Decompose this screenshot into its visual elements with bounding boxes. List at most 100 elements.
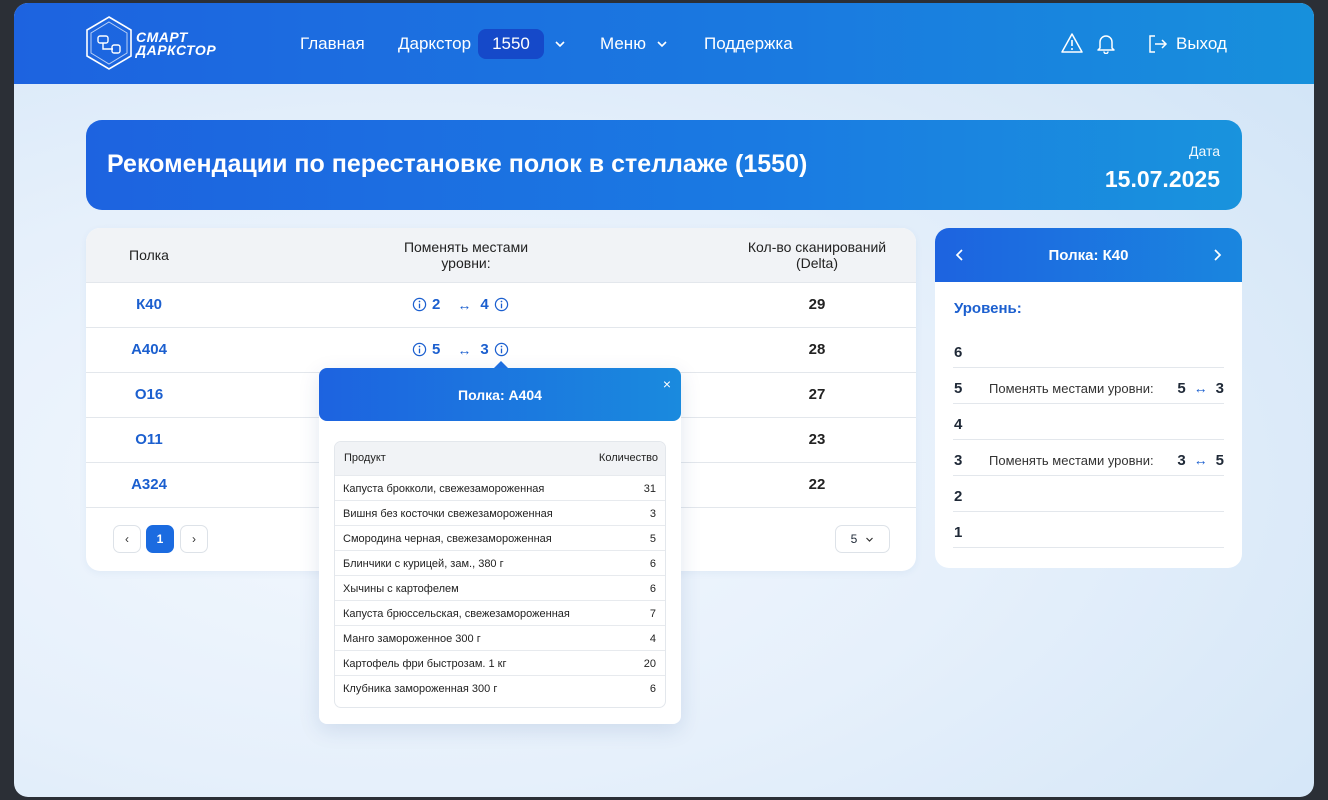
list-item: Картофель фри быстрозам. 1 кг 20 xyxy=(335,650,665,675)
prev-page-button[interactable]: ‹ xyxy=(113,525,141,553)
list-item: Смородина черная, свежезамороженная 5 xyxy=(335,525,665,550)
darkstore-value-badge: 1550 xyxy=(478,28,544,59)
scan-delta: 27 xyxy=(808,386,826,403)
swap-levels-cell: 5 ↔ 3 xyxy=(412,341,509,358)
swap-from-level: 5 xyxy=(432,341,441,358)
warning-icon[interactable] xyxy=(1061,32,1083,54)
product-qty: 6 xyxy=(649,583,656,595)
top-navigation-bar: СМАРТ ДАРКСТОР Главная Даркстор 1550 Мен… xyxy=(14,3,1314,84)
col-qty-label: Количество xyxy=(598,452,658,464)
scan-delta: 23 xyxy=(808,431,826,448)
next-page-button[interactable]: › xyxy=(180,525,208,553)
shelf-products-popup: Полка: А404 × Продукт Количество Капуста… xyxy=(319,361,681,724)
scan-delta: 29 xyxy=(808,296,826,313)
product-name: Капуста брокколи, свежезамороженная xyxy=(343,483,545,495)
swap-from-level: 5 xyxy=(1177,380,1186,397)
level-row: 3 Поменять местами уровни: 3 ↔ 5 xyxy=(953,440,1224,476)
list-item: Капуста брокколи, свежезамороженная 31 xyxy=(335,475,665,500)
nav-support-link[interactable]: Поддержка xyxy=(704,3,793,84)
nav-menu-label: Меню xyxy=(600,33,646,53)
level-swap-values: 5 ↔ 3 xyxy=(1177,380,1224,397)
info-icon[interactable] xyxy=(412,297,427,312)
list-item: Вишня без косточки свежезамороженная 3 xyxy=(335,500,665,525)
level-number: 5 xyxy=(954,380,963,397)
product-qty: 4 xyxy=(649,633,656,645)
product-name: Вишня без косточки свежезамороженная xyxy=(343,508,553,520)
products-table-header: Продукт Количество xyxy=(335,442,665,475)
logo-text: СМАРТ ДАРКСТОР xyxy=(136,30,216,57)
swap-levels-cell: 2 ↔ 4 xyxy=(412,296,509,313)
popup-title: Полка: А404 xyxy=(458,387,542,403)
product-qty: 6 xyxy=(649,558,656,570)
level-number: 3 xyxy=(954,452,963,469)
product-qty: 20 xyxy=(643,658,656,670)
list-item: Капуста брюссельская, свежезамороженная 7 xyxy=(335,600,665,625)
shelf-link[interactable]: А324 xyxy=(86,476,212,493)
info-icon[interactable] xyxy=(494,342,509,357)
level-row: 1 xyxy=(953,512,1224,548)
list-item: Хычины с картофелем 6 xyxy=(335,575,665,600)
level-swap-values: 3 ↔ 5 xyxy=(1177,452,1224,469)
swap-to-level: 4 xyxy=(480,296,489,313)
col-scans-label-1: Кол-во сканирований xyxy=(747,239,887,255)
page-size-select[interactable]: 5 xyxy=(835,525,890,553)
level-swap-text: Поменять местами уровни: xyxy=(989,381,1154,396)
info-icon[interactable] xyxy=(494,297,509,312)
swap-to-level: 3 xyxy=(480,341,489,358)
shelf-link[interactable]: К40 xyxy=(86,296,212,313)
nav-darkstore-label: Даркстор xyxy=(398,33,472,53)
popup-header: Полка: А404 × xyxy=(319,368,681,421)
product-name: Смородина черная, свежезамороженная xyxy=(343,533,552,545)
level-number: 2 xyxy=(954,488,963,505)
level-number: 1 xyxy=(954,524,963,541)
col-product-label: Продукт xyxy=(344,452,386,464)
product-qty: 7 xyxy=(649,608,656,620)
list-item: Манго замороженное 300 г 4 xyxy=(335,625,665,650)
level-number: 6 xyxy=(954,344,963,361)
product-qty: 31 xyxy=(643,483,656,495)
logout-button[interactable]: Выход xyxy=(1146,3,1227,84)
logo[interactable]: СМАРТ ДАРКСТОР xyxy=(84,15,224,71)
level-row: 4 xyxy=(953,404,1224,440)
bell-icon[interactable] xyxy=(1095,32,1117,54)
nav-darkstore-selector[interactable]: Даркстор 1550 xyxy=(398,3,566,84)
nav-menu-dropdown[interactable]: Меню xyxy=(600,3,668,84)
chevron-right-icon[interactable] xyxy=(1207,245,1227,265)
shelf-detail-panel: Полка: К40 Уровень: 6 5 Поменять местами… xyxy=(935,228,1242,568)
shelf-link[interactable]: О11 xyxy=(86,431,212,448)
table-row[interactable]: К40 2 ↔ 4 29 xyxy=(86,282,916,327)
list-item: Блинчики с курицей, зам., 380 г 6 xyxy=(335,550,665,575)
level-row: 2 xyxy=(953,476,1224,512)
product-name: Клубника замороженная 300 г xyxy=(343,683,498,695)
level-row: 5 Поменять местами уровни: 5 ↔ 3 xyxy=(953,368,1224,404)
swap-to-level: 3 xyxy=(1215,380,1224,397)
shelf-link[interactable]: О16 xyxy=(86,386,212,403)
scan-delta: 28 xyxy=(808,341,826,358)
nav-support-label: Поддержка xyxy=(704,33,793,53)
swap-arrow-icon: ↔ xyxy=(457,341,472,358)
page-1-button[interactable]: 1 xyxy=(146,525,174,553)
swap-arrow-icon: ↔ xyxy=(1193,452,1208,468)
chevron-down-icon xyxy=(866,537,874,542)
col-swap-label-1: Поменять местами xyxy=(403,239,529,255)
date-value: 15.07.2025 xyxy=(1104,166,1220,192)
product-name: Манго замороженное 300 г xyxy=(343,633,481,645)
swap-arrow-icon: ↔ xyxy=(1193,380,1208,396)
level-label: Уровень: xyxy=(954,300,1022,317)
level-number: 4 xyxy=(954,416,963,433)
nav-home-label: Главная xyxy=(300,33,365,53)
nav-home-link[interactable]: Главная xyxy=(300,3,365,84)
product-name: Капуста брюссельская, свежезамороженная xyxy=(343,608,570,620)
col-swap-label-2: уровни: xyxy=(441,255,491,271)
table-header: Полка Поменять местами уровни: Кол-во ск… xyxy=(86,228,916,282)
date-label: Дата xyxy=(1188,143,1220,159)
info-icon[interactable] xyxy=(412,342,427,357)
close-icon[interactable]: × xyxy=(663,376,671,392)
shelf-link[interactable]: А404 xyxy=(86,341,212,358)
swap-arrow-icon: ↔ xyxy=(457,296,472,313)
page-size-value: 5 xyxy=(850,532,858,546)
col-scans-header: Кол-во сканирований (Delta) xyxy=(717,239,916,271)
logout-icon xyxy=(1149,34,1168,53)
col-swap-header: Поменять местами уровни: xyxy=(366,239,566,271)
logout-label: Выход xyxy=(1176,33,1227,53)
